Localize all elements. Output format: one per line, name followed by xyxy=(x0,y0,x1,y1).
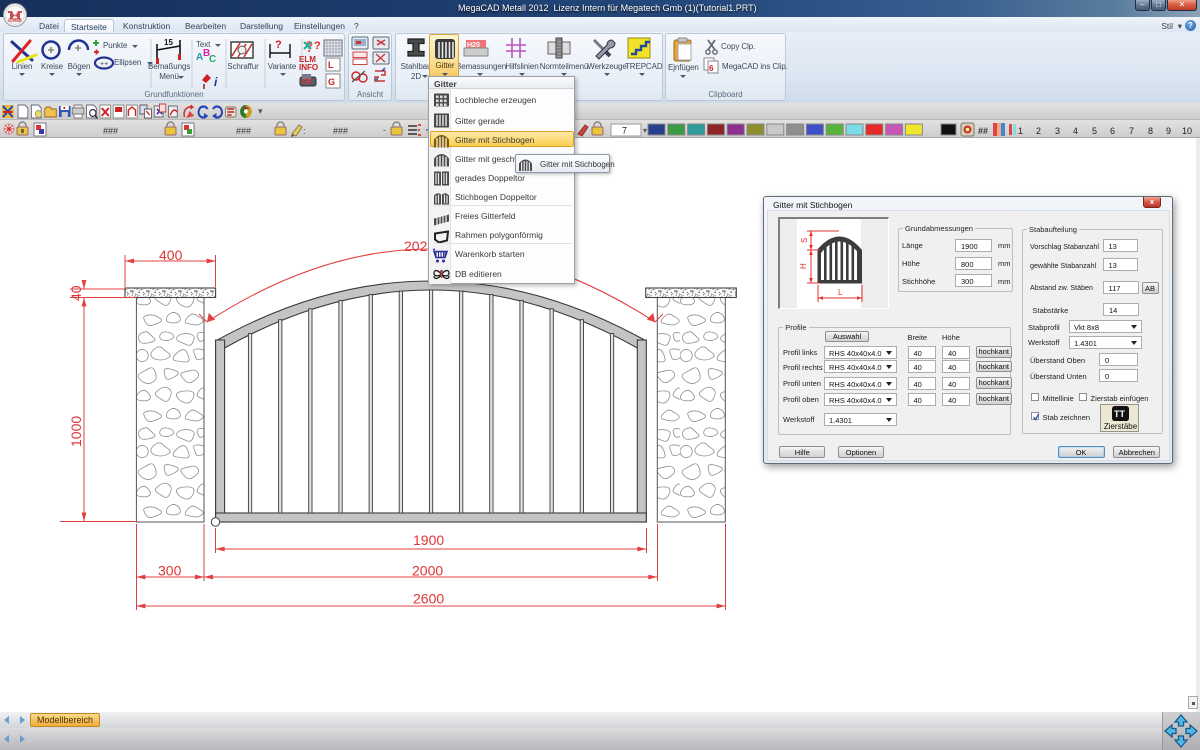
svg-text:1000: 1000 xyxy=(68,416,84,447)
svg-text:7: 7 xyxy=(1129,126,1134,136)
svg-text:1900: 1900 xyxy=(413,532,444,548)
svg-text:?: ? xyxy=(314,40,321,52)
svg-text:7: 7 xyxy=(622,126,627,136)
svg-text:6: 6 xyxy=(709,64,714,73)
svg-text:▾: ▾ xyxy=(258,106,263,116)
svg-text:?: ? xyxy=(275,39,282,51)
svg-text::: : xyxy=(303,126,306,136)
svg-text:###: ### xyxy=(236,126,251,136)
svg-text:L: L xyxy=(838,288,843,297)
svg-text:S: S xyxy=(800,237,809,242)
svg-text:###: ### xyxy=(103,126,118,136)
svg-text:2600: 2600 xyxy=(413,591,444,607)
svg-text:10: 10 xyxy=(1182,126,1192,136)
svg-text:H20: H20 xyxy=(467,42,480,49)
svg-text:TT: TT xyxy=(1114,409,1125,419)
svg-text:9: 9 xyxy=(1166,126,1171,136)
svg-text:i: i xyxy=(214,75,218,89)
svg-text:###: ### xyxy=(333,126,348,136)
svg-text:H: H xyxy=(799,263,808,269)
svg-text:G: G xyxy=(328,77,335,87)
svg-text:5: 5 xyxy=(1092,126,1097,136)
svg-text:3: 3 xyxy=(1055,126,1060,136)
svg-text:++: ++ xyxy=(100,61,108,68)
svg-text:8: 8 xyxy=(1148,126,1153,136)
svg-text:INFO: INFO xyxy=(299,63,318,72)
svg-text:300: 300 xyxy=(158,563,182,579)
svg-text:2: 2 xyxy=(1036,126,1041,136)
svg-text:-: - xyxy=(383,125,386,135)
svg-text:1: 1 xyxy=(1018,126,1023,136)
svg-text:400: 400 xyxy=(159,247,183,263)
svg-text:L: L xyxy=(328,60,334,70)
svg-text:15: 15 xyxy=(164,38,173,47)
svg-text:MEGACAD: MEGACAD xyxy=(9,18,25,22)
svg-text:2000: 2000 xyxy=(412,563,443,579)
svg-text:GF: GF xyxy=(302,79,312,86)
svg-text:▾: ▾ xyxy=(643,126,647,135)
svg-text:4: 4 xyxy=(1073,126,1078,136)
svg-text:40: 40 xyxy=(68,285,84,301)
svg-text:6: 6 xyxy=(1110,126,1115,136)
svg-text:##: ## xyxy=(978,126,988,136)
svg-text:C: C xyxy=(209,54,216,65)
